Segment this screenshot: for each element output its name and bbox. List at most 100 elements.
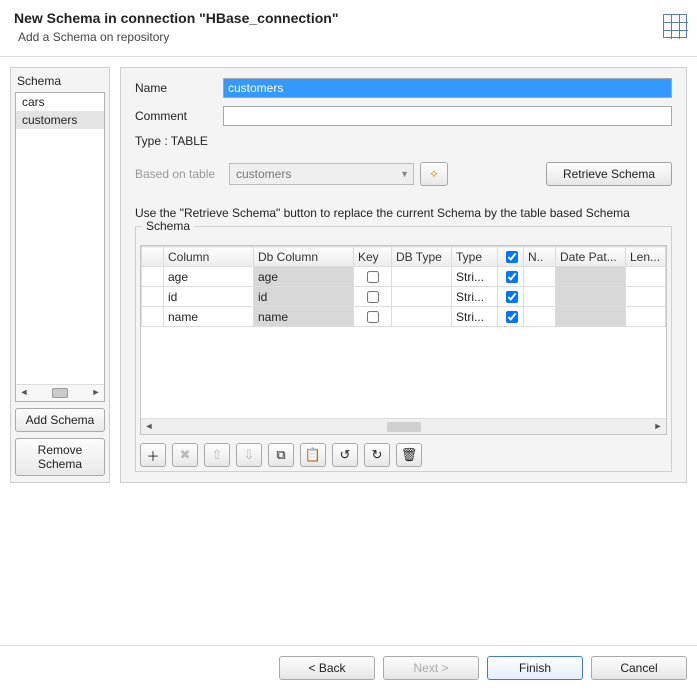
schema-list-item[interactable]: customers: [16, 111, 104, 129]
table-cell[interactable]: age: [164, 267, 254, 287]
magic-wand-icon: ✧: [429, 167, 439, 181]
grid-toolbar: ＋✖⇧⇩⧉📋↺↻🗑: [140, 443, 667, 467]
based-on-label: Based on table: [135, 167, 223, 181]
table-cell[interactable]: [626, 287, 666, 307]
import-icon[interactable]: ↺: [332, 443, 358, 467]
move-up-icon: ⇧: [204, 443, 230, 467]
based-on-value: customers: [236, 167, 291, 181]
comment-input[interactable]: [223, 106, 672, 126]
scroll-thumb[interactable]: [52, 388, 68, 398]
table-cell[interactable]: [142, 287, 164, 307]
clear-icon[interactable]: 🗑: [396, 443, 422, 467]
schema-list-panel: Schema carscustomers ◄ ► Add Schema Remo…: [10, 67, 110, 483]
column-header[interactable]: N..: [524, 247, 556, 267]
schema-grid[interactable]: ColumnDb ColumnKeyDB TypeType N..Date Pat…: [140, 245, 667, 435]
table-icon: [663, 14, 687, 38]
row-checkbox[interactable]: [367, 291, 379, 303]
grid-scroll-right-icon[interactable]: ►: [652, 421, 664, 433]
table-cell[interactable]: [354, 267, 392, 287]
type-label: Type : TABLE: [135, 134, 672, 148]
table-row[interactable]: idid Stri...: [142, 287, 666, 307]
column-header[interactable]: Key: [354, 247, 392, 267]
table-row[interactable]: namename Stri...: [142, 307, 666, 327]
table-cell[interactable]: [626, 307, 666, 327]
page-subtitle: Add a Schema on repository: [18, 30, 683, 44]
paste-icon[interactable]: 📋: [300, 443, 326, 467]
table-cell[interactable]: id: [254, 287, 354, 307]
table-cell[interactable]: [354, 307, 392, 327]
table-cell[interactable]: id: [164, 287, 254, 307]
table-cell[interactable]: [142, 307, 164, 327]
remove-schema-button[interactable]: Remove Schema: [15, 438, 105, 476]
table-cell[interactable]: age: [254, 267, 354, 287]
schema-group-label: Schema: [15, 72, 105, 92]
table-cell[interactable]: [498, 287, 524, 307]
back-button[interactable]: < Back: [279, 656, 375, 680]
move-down-icon: ⇩: [236, 443, 262, 467]
table-cell[interactable]: [556, 307, 626, 327]
table-cell[interactable]: [524, 287, 556, 307]
comment-label: Comment: [135, 109, 223, 123]
table-row[interactable]: ageage Stri...: [142, 267, 666, 287]
column-header[interactable]: Type: [452, 247, 498, 267]
column-header[interactable]: DB Type: [392, 247, 452, 267]
scroll-right-icon[interactable]: ►: [90, 387, 102, 399]
schema-grid-group: Schema ColumnDb ColumnKeyDB TypeTypeN..D…: [135, 226, 672, 472]
export-icon[interactable]: ↻: [364, 443, 390, 467]
grid-hscrollbar[interactable]: ◄ ►: [141, 418, 666, 434]
column-header[interactable]: [498, 247, 524, 267]
based-on-table-select[interactable]: customers ▼: [229, 163, 414, 185]
header-checkbox[interactable]: [506, 251, 518, 263]
list-hscrollbar[interactable]: ◄ ►: [16, 384, 104, 401]
row-checkbox[interactable]: [506, 311, 518, 323]
row-checkbox[interactable]: [506, 291, 518, 303]
table-cell[interactable]: [392, 287, 452, 307]
column-header[interactable]: Len...: [626, 247, 666, 267]
scroll-left-icon[interactable]: ◄: [18, 387, 30, 399]
retrieve-hint: Use the "Retrieve Schema" button to repl…: [135, 206, 672, 220]
grid-scroll-thumb[interactable]: [387, 422, 421, 432]
column-header[interactable]: Date Pat...: [556, 247, 626, 267]
cancel-button[interactable]: Cancel: [591, 656, 687, 680]
page-title: New Schema in connection "HBase_connecti…: [14, 10, 683, 26]
schema-list-item[interactable]: cars: [16, 93, 104, 111]
table-cell[interactable]: Stri...: [452, 287, 498, 307]
table-cell[interactable]: [556, 267, 626, 287]
table-cell[interactable]: [498, 307, 524, 327]
column-header[interactable]: [142, 247, 164, 267]
table-cell[interactable]: [354, 287, 392, 307]
chevron-down-icon: ▼: [400, 169, 409, 179]
table-cell[interactable]: [142, 267, 164, 287]
next-button: Next >: [383, 656, 479, 680]
grid-scroll-left-icon[interactable]: ◄: [143, 421, 155, 433]
add-schema-button[interactable]: Add Schema: [15, 408, 105, 432]
table-cell[interactable]: name: [254, 307, 354, 327]
table-cell[interactable]: [392, 307, 452, 327]
copy-icon[interactable]: ⧉: [268, 443, 294, 467]
table-cell[interactable]: Stri...: [452, 307, 498, 327]
table-cell[interactable]: [556, 287, 626, 307]
row-checkbox[interactable]: [506, 271, 518, 283]
row-checkbox[interactable]: [367, 271, 379, 283]
table-cell[interactable]: [392, 267, 452, 287]
add-row-icon[interactable]: ＋: [140, 443, 166, 467]
schema-grid-label: Schema: [142, 219, 194, 233]
column-header[interactable]: Db Column: [254, 247, 354, 267]
name-label: Name: [135, 81, 223, 95]
wizard-header: New Schema in connection "HBase_connecti…: [0, 0, 697, 50]
table-cell[interactable]: name: [164, 307, 254, 327]
table-cell[interactable]: [524, 267, 556, 287]
table-cell[interactable]: [524, 307, 556, 327]
row-checkbox[interactable]: [367, 311, 379, 323]
table-cell[interactable]: [498, 267, 524, 287]
finish-button[interactable]: Finish: [487, 656, 583, 680]
schema-detail-panel: Name customers Comment Type : TABLE Base…: [120, 67, 687, 483]
schema-list[interactable]: carscustomers ◄ ►: [15, 92, 105, 402]
table-cell[interactable]: Stri...: [452, 267, 498, 287]
guess-schema-button[interactable]: ✧: [420, 162, 448, 186]
column-header[interactable]: Column: [164, 247, 254, 267]
table-cell[interactable]: [626, 267, 666, 287]
retrieve-schema-button[interactable]: Retrieve Schema: [546, 162, 672, 186]
delete-row-icon: ✖: [172, 443, 198, 467]
name-input[interactable]: customers: [223, 78, 672, 98]
